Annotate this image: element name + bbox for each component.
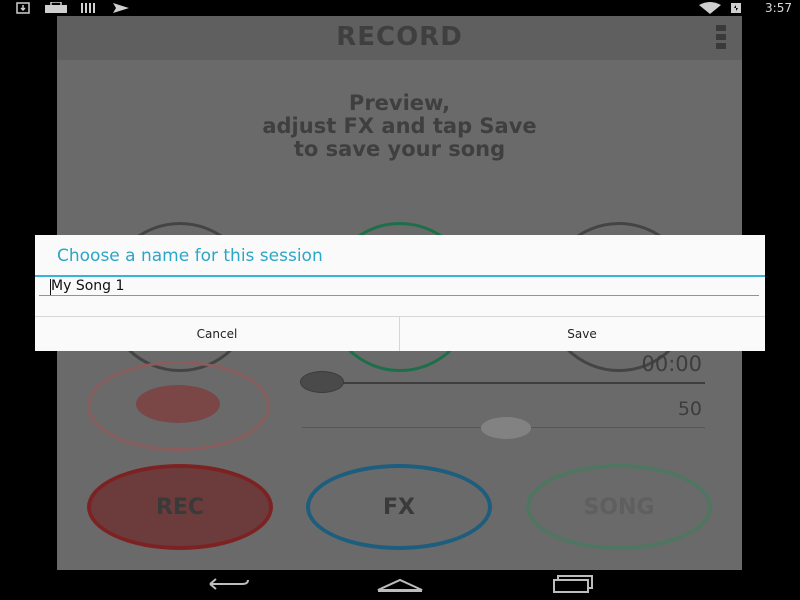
cancel-button[interactable]: Cancel bbox=[35, 317, 399, 351]
recording-indicator-dot bbox=[136, 385, 220, 423]
instructions-line-1: Preview, bbox=[348, 91, 451, 115]
status-bar: 3:57 bbox=[0, 0, 800, 16]
seek-thumb[interactable] bbox=[300, 371, 344, 393]
battery-icon bbox=[731, 3, 741, 13]
timer-readout: 00:00 bbox=[641, 352, 702, 376]
page-title: RECORD bbox=[336, 22, 463, 52]
text-cursor bbox=[50, 279, 51, 295]
navigation-bar bbox=[0, 570, 800, 600]
toolbox-icon bbox=[45, 2, 67, 13]
back-icon[interactable] bbox=[206, 574, 252, 594]
dialog-title: Choose a name for this session bbox=[57, 246, 323, 266]
volume-readout: 50 bbox=[677, 398, 702, 420]
save-button[interactable]: Save bbox=[400, 317, 764, 351]
fx-button[interactable]: FX bbox=[306, 464, 492, 550]
wifi-icon bbox=[699, 2, 721, 14]
song-button[interactable]: SONG bbox=[526, 464, 712, 550]
instructions-line-3: to save your song bbox=[293, 137, 506, 161]
status-time: 3:57 bbox=[765, 1, 792, 15]
rec-button[interactable]: REC bbox=[87, 464, 273, 550]
home-icon[interactable] bbox=[376, 574, 424, 594]
instructions-text: Preview, adjust FX and tap Save to save … bbox=[57, 92, 742, 161]
paper-plane-icon bbox=[113, 3, 129, 13]
action-bar: RECORD bbox=[57, 16, 742, 60]
session-name-dialog: Choose a name for this session Cancel Sa… bbox=[35, 235, 765, 351]
volume-thumb[interactable] bbox=[481, 417, 531, 439]
download-icon bbox=[16, 2, 30, 14]
overflow-menu-icon[interactable] bbox=[716, 25, 728, 51]
seek-track[interactable] bbox=[302, 382, 705, 384]
instructions-line-2: adjust FX and tap Save bbox=[262, 114, 537, 138]
barcode-icon bbox=[81, 3, 95, 13]
recents-icon[interactable] bbox=[548, 574, 596, 594]
session-name-input[interactable] bbox=[39, 277, 759, 296]
